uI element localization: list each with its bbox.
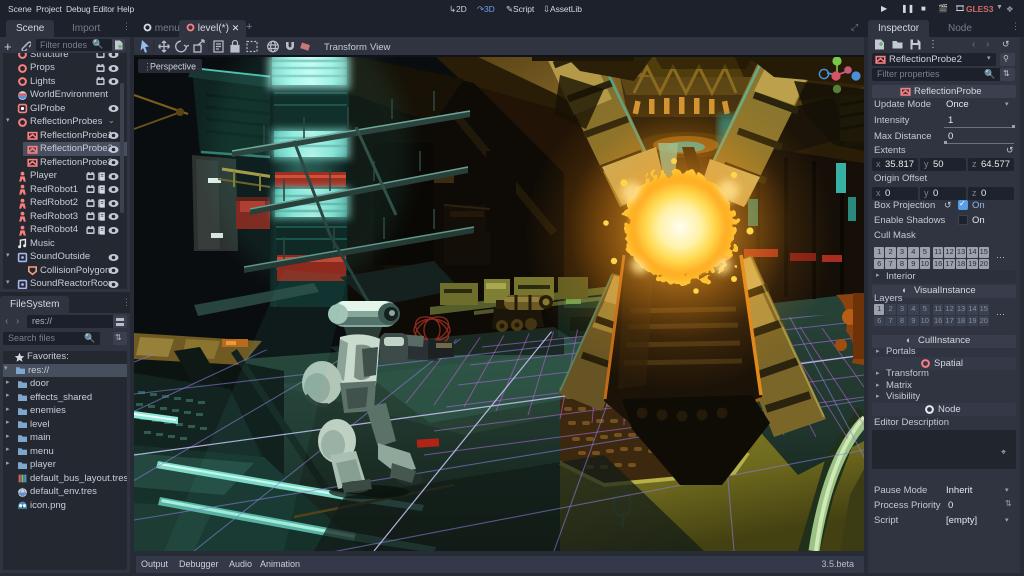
svg-text:Transform: Transform bbox=[324, 42, 367, 53]
svg-text:Perspective: Perspective bbox=[150, 62, 196, 72]
svg-text:View: View bbox=[370, 42, 391, 53]
